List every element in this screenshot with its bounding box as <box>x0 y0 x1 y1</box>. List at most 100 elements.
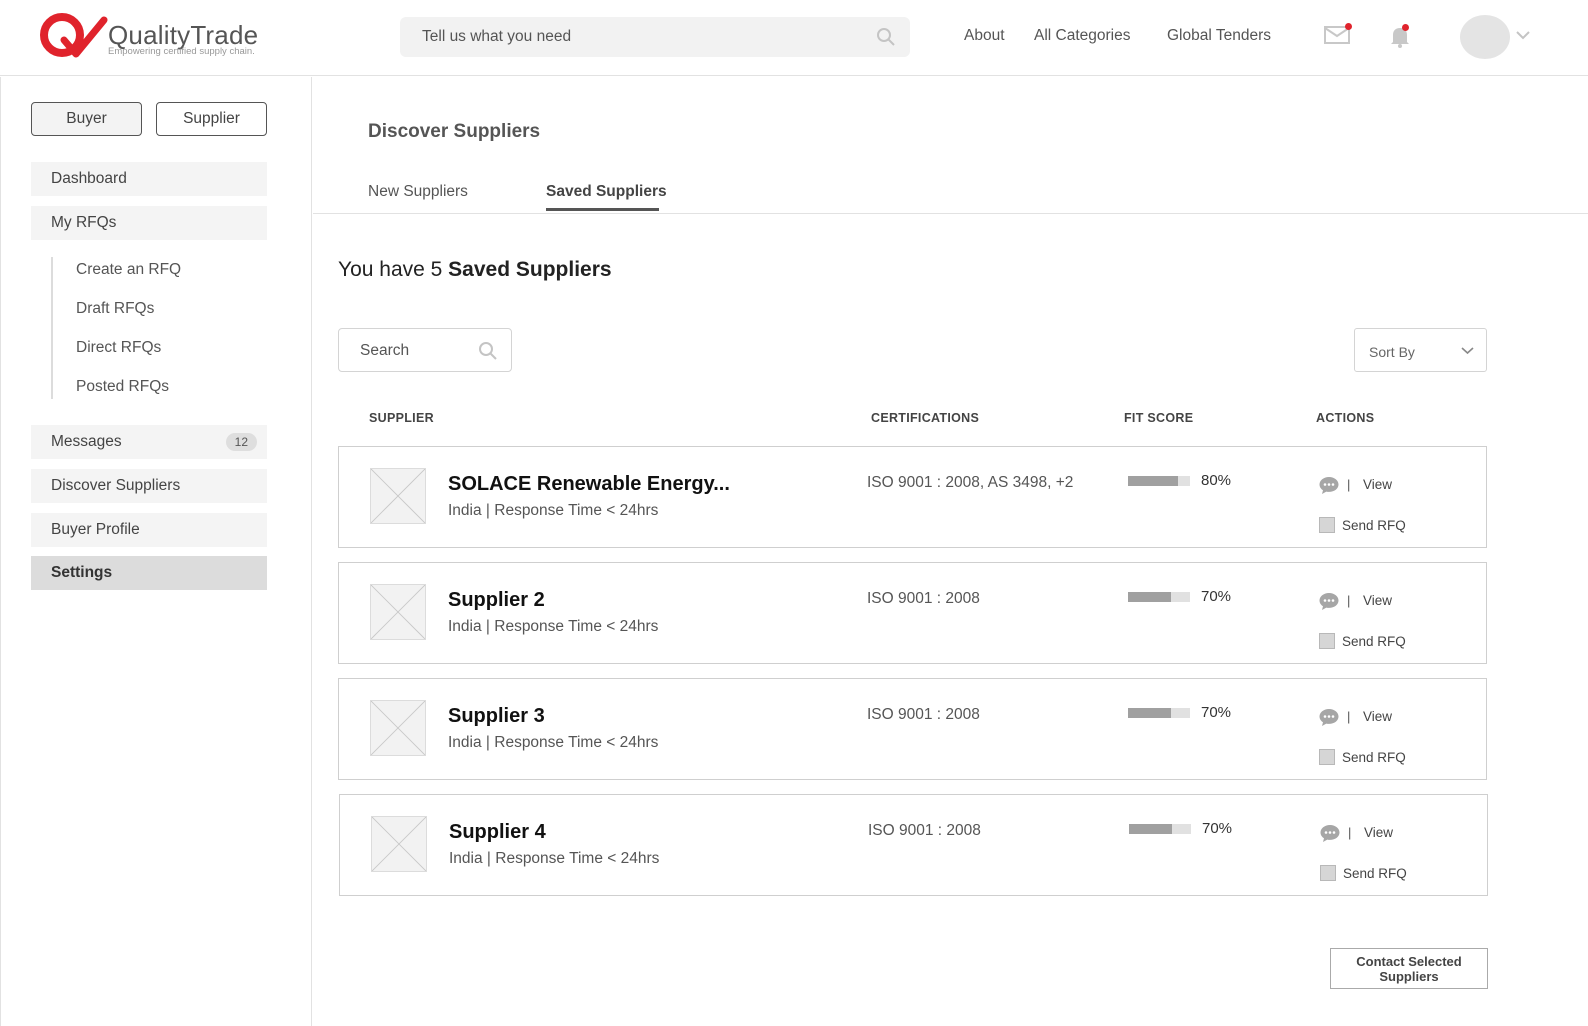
mail-icon[interactable] <box>1324 23 1352 50</box>
fit-score-bar <box>1128 592 1190 602</box>
supplier-meta: India | Response Time < 24hrs <box>448 618 659 635</box>
sidebar-subitem-create-rfq[interactable]: Create an RFQ <box>76 261 181 279</box>
fit-score-fill <box>1129 824 1173 834</box>
sidebar-item-settings[interactable]: Settings <box>31 556 267 590</box>
supplier-certifications: ISO 9001 : 2008 <box>867 590 980 607</box>
page-title: Discover Suppliers <box>368 121 541 142</box>
view-supplier-link[interactable]: View <box>1363 593 1392 608</box>
supplier-certifications: ISO 9001 : 2008 <box>867 706 980 723</box>
send-rfq-label[interactable]: Send RFQ <box>1342 750 1406 765</box>
sidebar-item-label: Messages <box>51 433 122 450</box>
view-supplier-link[interactable]: View <box>1363 709 1392 724</box>
fit-score-bar <box>1128 476 1190 486</box>
sidebar-item-my-rfqs[interactable]: My RFQs <box>31 206 267 240</box>
supplier-meta: India | Response Time < 24hrs <box>448 502 659 519</box>
avatar[interactable] <box>1460 15 1510 59</box>
sidebar-item-label: Buyer Profile <box>51 521 140 538</box>
nav-about-link[interactable]: About <box>964 27 1005 45</box>
fit-score-fill <box>1128 592 1172 602</box>
sidebar-subitem-draft-rfqs[interactable]: Draft RFQs <box>76 300 154 318</box>
supplier-name[interactable]: Supplier 2 <box>448 589 545 612</box>
send-rfq-label[interactable]: Send RFQ <box>1343 866 1407 881</box>
active-tab-indicator <box>546 208 659 211</box>
supplier-name[interactable]: Supplier 3 <box>448 705 545 728</box>
sidebar-subitem-direct-rfqs[interactable]: Direct RFQs <box>76 339 161 357</box>
view-supplier-link[interactable]: View <box>1363 477 1392 492</box>
supplier-name[interactable]: Supplier 4 <box>449 821 546 844</box>
chat-icon[interactable] <box>1318 475 1340 495</box>
action-separator: | <box>1347 477 1351 492</box>
action-separator: | <box>1348 825 1352 840</box>
mail-notification-dot <box>1345 23 1352 30</box>
sidebar-item-buyer-profile[interactable]: Buyer Profile <box>31 513 267 547</box>
column-header-actions: ACTIONS <box>1316 411 1375 425</box>
nav-global-tenders-link[interactable]: Global Tenders <box>1167 27 1271 45</box>
sidebar-item-label: My RFQs <box>51 214 117 231</box>
fit-score-fill <box>1128 476 1178 486</box>
sidebar-subitem-posted-rfqs[interactable]: Posted RFQs <box>76 378 169 396</box>
global-search-input[interactable]: Tell us what you need <box>400 17 910 57</box>
supplier-card[interactable]: Supplier 3 India | Response Time < 24hrs… <box>338 678 1487 780</box>
supplier-image-placeholder <box>370 468 426 524</box>
supplier-search-input[interactable]: Search <box>338 328 512 372</box>
fit-score-value: 70% <box>1201 588 1232 605</box>
fit-score-bar <box>1128 708 1190 718</box>
saved-suppliers-count: You have 5 Saved Suppliers <box>338 258 612 282</box>
supplier-card[interactable]: SOLACE Renewable Energy... India | Respo… <box>338 446 1487 548</box>
buyer-role-button[interactable]: Buyer <box>31 102 142 136</box>
rfq-submenu-divider <box>51 257 53 399</box>
column-header-certifications: CERTIFICATIONS <box>871 411 980 425</box>
top-header: QualityTrade Empowering certified supply… <box>0 0 1588 76</box>
brand-tagline: Empowering certified supply chain. <box>108 46 255 57</box>
messages-count-badge: 12 <box>225 433 257 451</box>
chat-icon[interactable] <box>1318 707 1340 727</box>
bell-notification-dot <box>1402 24 1409 31</box>
sidebar-item-label: Discover Suppliers <box>51 477 181 494</box>
sort-by-dropdown[interactable]: Sort By <box>1354 328 1487 372</box>
sidebar-item-messages[interactable]: Messages 12 <box>31 425 267 459</box>
brand-logo-mark <box>40 13 108 58</box>
send-rfq-checkbox[interactable] <box>1319 749 1335 765</box>
search-icon[interactable] <box>478 341 498 361</box>
chevron-down-icon <box>1461 347 1474 355</box>
tabs-divider <box>313 213 1588 214</box>
view-supplier-link[interactable]: View <box>1364 825 1393 840</box>
sidebar: Buyer Supplier Dashboard My RFQs Create … <box>0 77 312 1026</box>
bell-icon[interactable] <box>1388 24 1412 53</box>
supplier-card[interactable]: Supplier 2 India | Response Time < 24hrs… <box>338 562 1487 664</box>
sidebar-item-dashboard[interactable]: Dashboard <box>31 162 267 196</box>
send-rfq-label[interactable]: Send RFQ <box>1342 634 1406 649</box>
supplier-role-button[interactable]: Supplier <box>156 102 267 136</box>
saved-count-prefix: You have 5 <box>338 258 443 281</box>
supplier-name[interactable]: SOLACE Renewable Energy... <box>448 473 730 496</box>
chat-icon[interactable] <box>1319 823 1341 843</box>
fit-score-value: 80% <box>1201 472 1232 489</box>
chat-icon[interactable] <box>1318 591 1340 611</box>
send-rfq-checkbox[interactable] <box>1320 865 1336 881</box>
action-separator: | <box>1347 709 1351 724</box>
fit-score-bar <box>1129 824 1191 834</box>
send-rfq-checkbox[interactable] <box>1319 517 1335 533</box>
supplier-card[interactable]: Supplier 4 India | Response Time < 24hrs… <box>339 794 1488 896</box>
nav-all-categories-link[interactable]: All Categories <box>1034 27 1131 45</box>
action-separator: | <box>1347 593 1351 608</box>
supplier-image-placeholder <box>370 700 426 756</box>
supplier-image-placeholder <box>371 816 427 872</box>
sidebar-item-label: Dashboard <box>51 170 127 187</box>
global-search-placeholder: Tell us what you need <box>422 28 572 45</box>
send-rfq-label[interactable]: Send RFQ <box>1342 518 1406 533</box>
sort-by-label: Sort By <box>1369 344 1415 360</box>
supplier-meta: India | Response Time < 24hrs <box>448 734 659 751</box>
supplier-certifications: ISO 9001 : 2008, AS 3498, +2 <box>867 474 1074 491</box>
tab-saved-suppliers[interactable]: Saved Suppliers <box>546 183 667 201</box>
supplier-search-placeholder: Search <box>360 342 410 359</box>
sidebar-item-discover-suppliers[interactable]: Discover Suppliers <box>31 469 267 503</box>
contact-selected-suppliers-button[interactable]: Contact Selected Suppliers <box>1330 948 1488 989</box>
fit-score-value: 70% <box>1202 820 1233 837</box>
supplier-meta: India | Response Time < 24hrs <box>449 850 660 867</box>
tab-new-suppliers[interactable]: New Suppliers <box>368 183 468 201</box>
send-rfq-checkbox[interactable] <box>1319 633 1335 649</box>
search-icon[interactable] <box>876 27 896 47</box>
brand-logo[interactable]: QualityTrade Empowering certified supply… <box>38 10 268 66</box>
chevron-down-icon[interactable] <box>1516 30 1530 40</box>
